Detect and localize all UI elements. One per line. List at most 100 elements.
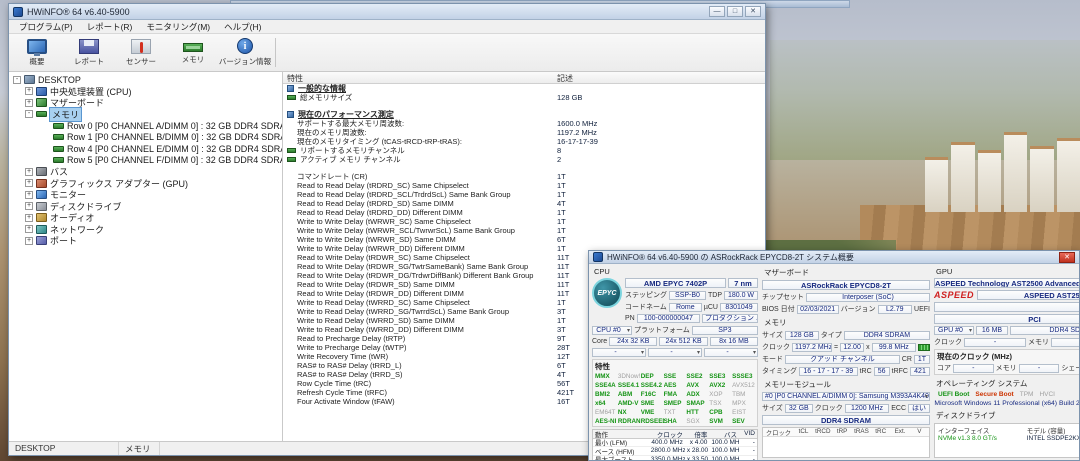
disk-section-label: ディスクドライブ bbox=[936, 411, 996, 420]
cpu-feature-flag: HTT bbox=[686, 409, 699, 416]
detail-row[interactable]: Read to Read Delay (tRDRD_SCL/TrdrdScL) … bbox=[283, 190, 765, 199]
menubar: プログラム(P) レポート(R) モニタリング(M) ヘルプ(H) bbox=[9, 20, 765, 34]
main-titlebar[interactable]: HWiNFO® 64 v6.40-5900 — □ ✕ bbox=[9, 4, 765, 20]
detail-row[interactable]: Read to Read Delay (tRDRD_SD) Same DIMM 4… bbox=[283, 199, 765, 208]
detail-value: 6T bbox=[557, 361, 566, 370]
about-button[interactable]: バージョン情報 bbox=[219, 34, 271, 71]
menu-item[interactable]: ヘルプ(H) bbox=[218, 20, 267, 34]
cpu-section-label: CPU bbox=[594, 267, 610, 276]
details-header: 特性 記述 bbox=[283, 72, 765, 84]
tree-item-label: ポート bbox=[50, 236, 78, 247]
cpu-stepping-label: ステッピング bbox=[625, 292, 667, 299]
mb-memory-section-label: メモリ bbox=[764, 318, 787, 327]
tree-expander[interactable]: + bbox=[25, 87, 33, 96]
gpu-vram-size: 16 MB bbox=[976, 326, 1008, 335]
tree-subitem[interactable]: Row 4 [P0 CHANNEL E/DIMM 0] : 32 GB DDR4… bbox=[9, 143, 282, 155]
tree-expander[interactable]: - bbox=[25, 110, 33, 119]
details-header-value[interactable]: 記述 bbox=[557, 73, 573, 84]
module-table-header-cell: Ext. bbox=[894, 428, 906, 435]
tree-expander[interactable]: + bbox=[25, 98, 33, 107]
disk-interface: NVMe v1.3 8.0 GT/s bbox=[938, 435, 997, 442]
close-button[interactable]: ✕ bbox=[745, 6, 761, 17]
detail-row[interactable]: Write to Write Delay (tWRWR_SC) Same Chi… bbox=[283, 217, 765, 226]
gpu-clock-field-value: - bbox=[953, 363, 994, 373]
gpu-select-dropdown[interactable]: GPU #0 bbox=[934, 326, 974, 335]
clock-table-row[interactable]: 最大ブースト3350.0 MHzx 33.50100.0 MHz - bbox=[593, 456, 757, 460]
detail-row[interactable]: アクティブ メモリ チャンネル 2 bbox=[283, 155, 765, 164]
module-size-label: サイズ bbox=[762, 405, 783, 412]
minimize-button[interactable]: — bbox=[709, 6, 725, 17]
tree-expander[interactable]: + bbox=[25, 167, 33, 176]
tree-expander[interactable]: + bbox=[25, 213, 33, 222]
detail-row[interactable]: 総メモリサイズ 128 GB bbox=[283, 93, 765, 102]
detail-row[interactable]: Write to Write Delay (tWRWR_SD) Same DIM… bbox=[283, 235, 765, 244]
cpu-feature-flag: AVX2 bbox=[709, 382, 726, 389]
detail-row[interactable]: コマンドレート (CR) 1T bbox=[283, 172, 765, 181]
system-summary-window: HWiNFO® 64 v6.40-5900 の ASRockRack EPYCD… bbox=[588, 250, 1080, 461]
detail-row[interactable]: 一般的な情報 bbox=[283, 84, 765, 93]
cpu-feature-flag: MMX bbox=[595, 373, 610, 380]
summary-app-icon bbox=[593, 252, 603, 262]
tree-subitem-label: Row 1 [P0 CHANNEL B/DIMM 0] : 32 GB DDR4… bbox=[67, 132, 282, 143]
tree-item[interactable]: - メモリ bbox=[9, 106, 282, 122]
cpu-feature-flag: MPX bbox=[732, 400, 746, 407]
cpu-codename-label: コードネーム bbox=[625, 304, 667, 311]
mem-size: 128 GB bbox=[784, 330, 819, 340]
menu-item[interactable]: プログラム(P) bbox=[13, 20, 79, 34]
tree-expander[interactable]: + bbox=[25, 236, 33, 245]
network-icon bbox=[36, 224, 47, 234]
cpu-combo-2[interactable]: - bbox=[648, 348, 702, 357]
wallpaper-town bbox=[925, 112, 1080, 212]
tree-subitem[interactable]: Row 1 [P0 CHANNEL B/DIMM 0] : 32 GB DDR4… bbox=[9, 132, 282, 144]
module-table-header-cell: tRC bbox=[875, 428, 887, 435]
tree-expander[interactable]: + bbox=[25, 190, 33, 199]
tree-expander[interactable]: - bbox=[13, 75, 21, 84]
cpu-feature-flag: SGX bbox=[686, 418, 700, 425]
clock-cell: x 28.00 bbox=[686, 447, 709, 455]
clock-header-cell: 倍率 bbox=[694, 431, 708, 439]
disk-table-row[interactable]: NVMe v1.3 8.0 GT/s INTEL SSDPE2KX010T7 (1… bbox=[938, 434, 1079, 443]
cpu-combo-3[interactable]: - bbox=[704, 348, 758, 357]
detail-label: RAS# to RAS# Delay (tRRD_S) bbox=[297, 370, 403, 379]
detail-label: Read to Write Delay (tRDWR_SC) Same Chip… bbox=[297, 253, 470, 262]
memory-module-dropdown[interactable]: #0 [P0 CHANNEL A/DIMM 0]: Samsung M393A4… bbox=[762, 392, 930, 401]
summary-titlebar[interactable]: HWiNFO® 64 v6.40-5900 の ASRockRack EPYCD… bbox=[589, 251, 1079, 264]
cpu-feature-flag: RDRAND bbox=[617, 418, 641, 425]
summary-button[interactable]: 概要 bbox=[11, 34, 63, 71]
sensors-button[interactable]: センサー bbox=[115, 34, 167, 71]
section-icon bbox=[287, 111, 294, 118]
detail-row[interactable]: Write to Write Delay (tWRWR_SCL/TwrwrScL… bbox=[283, 226, 765, 235]
mem-timings-label: タイミング bbox=[762, 368, 797, 375]
cpu-select-dropdown[interactable]: CPU #0 bbox=[592, 325, 632, 335]
menu-item[interactable]: モニタリング(M) bbox=[140, 20, 216, 34]
maximize-button[interactable]: □ bbox=[727, 6, 743, 17]
tree-expander[interactable]: + bbox=[25, 179, 33, 188]
cpu-name: AMD EPYC 7402P bbox=[625, 278, 726, 288]
tree-item-label: メモリ bbox=[48, 106, 83, 122]
tree-expander[interactable]: + bbox=[25, 225, 33, 234]
module-size: 32 GB bbox=[784, 403, 813, 413]
detail-row[interactable]: Read to Read Delay (tRDRD_DD) Different … bbox=[283, 208, 765, 217]
tree-subitem[interactable]: Row 0 [P0 CHANNEL A/DIMM 0] : 32 GB DDR4… bbox=[9, 120, 282, 132]
summary-close-button[interactable]: ✕ bbox=[1059, 251, 1075, 263]
report-button[interactable]: レポート bbox=[63, 34, 115, 71]
detail-label: Read to Write Delay (tRDWR_SD) Same DIMM bbox=[297, 280, 455, 289]
cpu-combo-1[interactable]: - bbox=[592, 348, 646, 357]
menu-item[interactable]: レポート(R) bbox=[81, 20, 139, 34]
clock-cell: 100.0 MHz bbox=[711, 447, 739, 455]
detail-value: 3T bbox=[557, 307, 566, 316]
cpu-feature-flag: VME bbox=[640, 409, 655, 416]
mem-mode-label: モード bbox=[762, 356, 783, 363]
tree-item[interactable]: + ポート bbox=[9, 235, 282, 247]
clock-cell: 400.0 MHz bbox=[651, 438, 683, 446]
memory-icon bbox=[36, 111, 47, 118]
mb-section-label: マザーボード bbox=[764, 268, 809, 277]
detail-row[interactable]: Read to Read Delay (tRDRD_SC) Same Chips… bbox=[283, 181, 765, 190]
detail-label: Read to Precharge Delay (tRTP) bbox=[297, 334, 406, 343]
detail-label: Read to Read Delay (tRDRD_SC) Same Chips… bbox=[297, 181, 469, 190]
detail-label: Refresh Cycle Time (tRFC) bbox=[297, 388, 388, 397]
mem-trfc-label: tRFC bbox=[891, 367, 908, 375]
tree-expander[interactable]: + bbox=[25, 202, 33, 211]
cpu-feature-flag: DEP bbox=[640, 373, 654, 380]
memory-button[interactable]: メモリ bbox=[167, 34, 219, 71]
